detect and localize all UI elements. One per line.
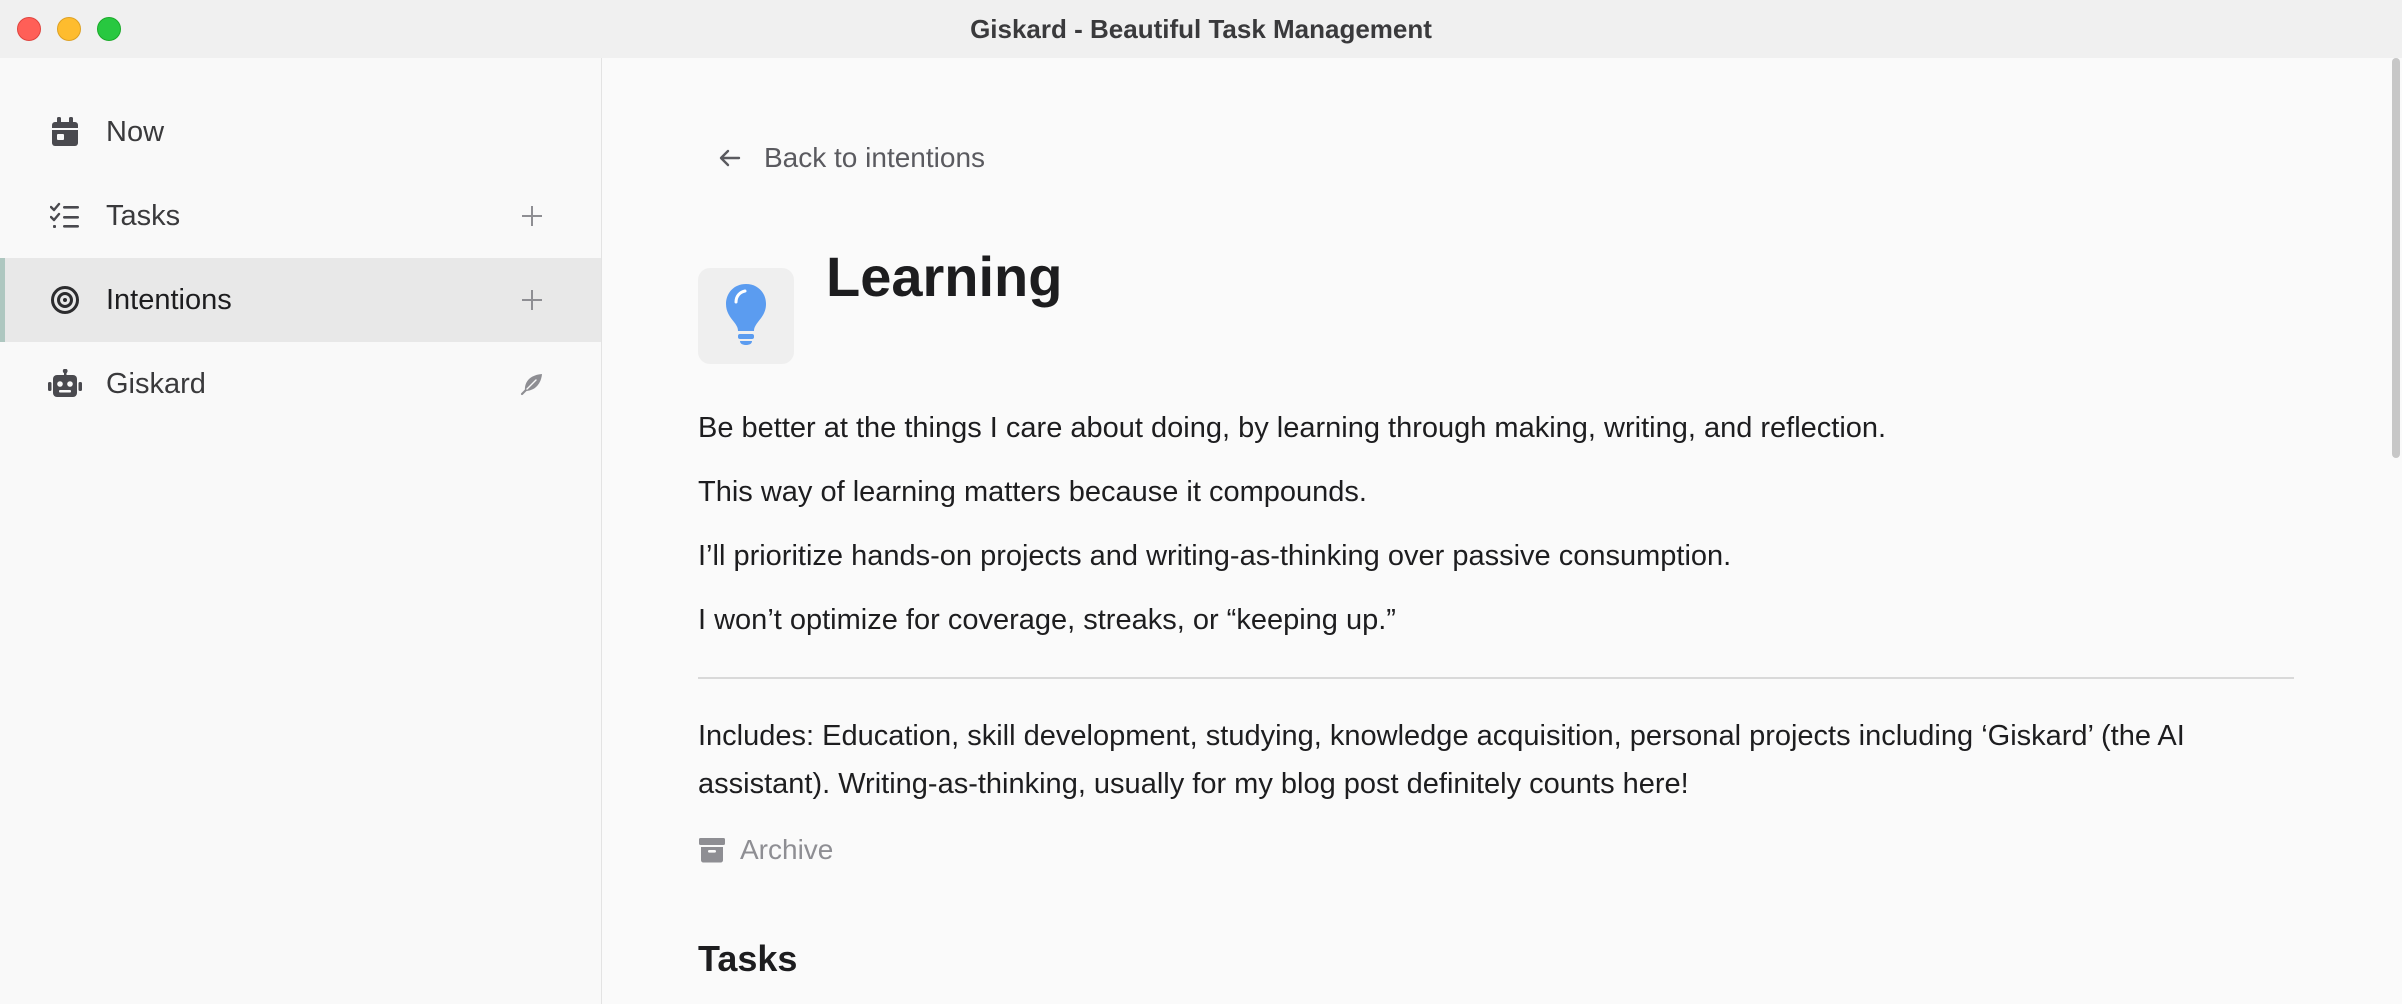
scrollbar[interactable]	[2390, 58, 2402, 1004]
checklist-icon	[48, 199, 82, 233]
robot-icon	[48, 367, 82, 401]
intention-description-line: Be better at the things I care about doi…	[698, 412, 1887, 444]
intention-includes-text: Includes: Education, skill development, …	[698, 720, 2185, 800]
sidebar-item-giskard[interactable]: Giskard	[0, 342, 601, 426]
back-to-intentions-link[interactable]: Back to intentions	[718, 138, 985, 178]
plus-icon	[522, 206, 542, 226]
add-task-button[interactable]	[516, 200, 548, 232]
page-title: Learning	[826, 245, 1063, 308]
window-title: Giskard - Beautiful Task Management	[970, 14, 1432, 44]
feather-icon	[520, 374, 542, 396]
sidebar-item-label: Giskard	[106, 367, 206, 400]
sidebar-item-now[interactable]: Now	[0, 90, 601, 174]
app-window: Giskard - Beautiful Task Management Now	[0, 0, 2402, 1004]
sidebar-item-label: Tasks	[106, 199, 181, 232]
arrow-left-icon	[718, 144, 746, 172]
scrollbar-thumb[interactable]	[2392, 58, 2400, 458]
sidebar: Now Tasks Intentions Giskard	[0, 58, 602, 1004]
sidebar-item-intentions[interactable]: Intentions	[0, 258, 601, 342]
archive-label: Archive	[740, 834, 834, 865]
sidebar-item-tasks[interactable]: Tasks	[0, 174, 601, 258]
divider	[698, 677, 2294, 679]
archive-button[interactable]: Archive	[698, 830, 833, 870]
tasks-section-heading: Tasks	[698, 938, 798, 979]
target-icon	[48, 283, 82, 317]
plus-icon	[522, 290, 542, 310]
sidebar-item-label: Now	[106, 115, 165, 148]
intention-icon-button[interactable]	[698, 268, 794, 364]
calendar-icon	[48, 115, 82, 149]
add-intention-button[interactable]	[516, 284, 548, 316]
intention-description-line: I won’t optimize for coverage, streaks, …	[698, 604, 1396, 636]
main-content: Back to intentions Learning Be better at…	[602, 58, 2402, 1004]
back-link-label: Back to intentions	[764, 142, 986, 173]
intention-description-line: This way of learning matters because it …	[698, 476, 1367, 508]
sidebar-item-label: Intentions	[106, 283, 232, 316]
intention-description-line: I’ll prioritize hands-on projects and wr…	[698, 540, 1732, 572]
lightbulb-icon	[724, 282, 768, 351]
archive-icon	[698, 836, 726, 864]
giskard-compose-button[interactable]	[516, 368, 548, 400]
title-bar: Giskard - Beautiful Task Management	[0, 0, 2402, 59]
